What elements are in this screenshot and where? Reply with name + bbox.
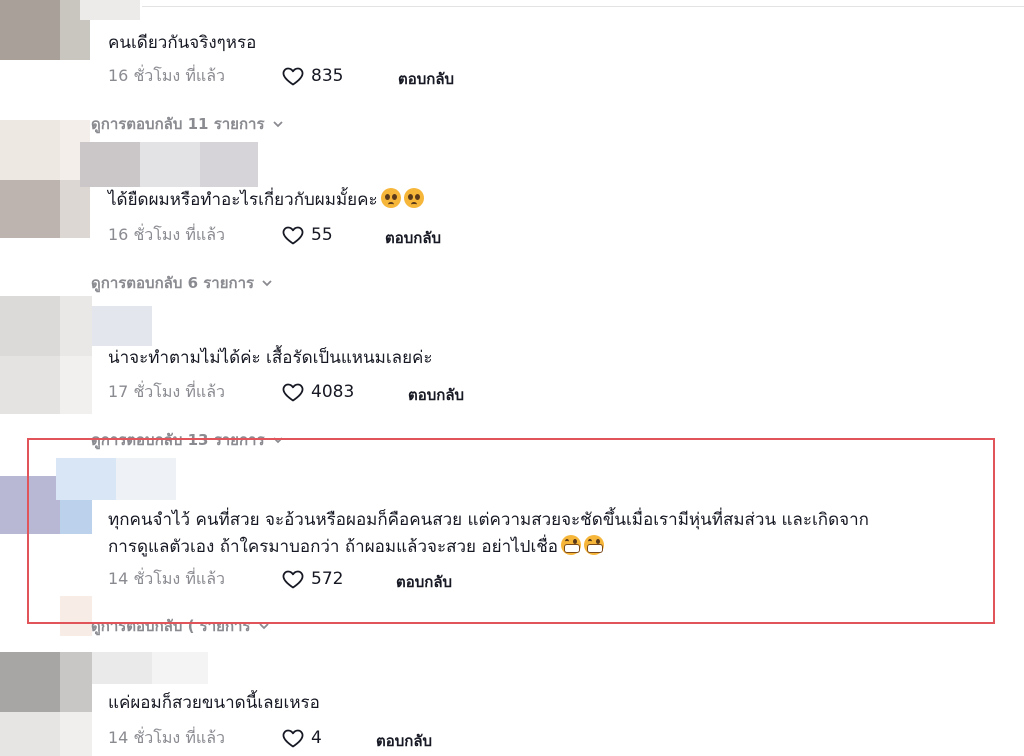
comment-meta: 14 ชั่วโมง ที่แล้ว [108, 726, 225, 750]
username-blur[interactable] [92, 652, 152, 684]
reply-button[interactable]: ตอบกลับ [376, 729, 432, 753]
like-count: 4 [311, 728, 322, 748]
heart-outline-icon [282, 729, 304, 748]
like-button[interactable]: 55 [281, 223, 333, 247]
avatar[interactable] [0, 652, 60, 712]
reply-button[interactable]: ตอบกลับ [408, 383, 464, 407]
username-blur [152, 652, 208, 684]
avatar-blur [60, 712, 92, 756]
heart-outline-icon [282, 226, 304, 245]
avatar-blur [60, 180, 90, 238]
comment-text: แค่ผอมก็สวยขนาดนี้เลยเหรอ [108, 693, 320, 713]
divider [142, 6, 1024, 7]
comment-text: คนเดียวกันจริงๆหรอ [108, 33, 257, 53]
avatar-blur [60, 356, 92, 414]
username-blur[interactable] [92, 306, 152, 346]
view-replies-button[interactable]: ดูการตอบกลับ 11 รายการ [91, 112, 285, 136]
comment-meta: 16 ชั่วโมง ที่แล้ว [108, 64, 225, 88]
avatar-blur [60, 652, 92, 712]
comment-text: น่าจะทำตามไม่ได้ค่ะ เสื้อรัดเป็นแหนมเลยค… [108, 348, 433, 368]
timestamp: 16 ชั่วโมง ที่แล้ว [108, 224, 225, 244]
view-replies-button[interactable]: ดูการตอบกลับ 6 รายการ [91, 271, 274, 295]
heart-outline-icon [282, 383, 304, 402]
like-count: 835 [311, 66, 344, 86]
reply-button[interactable]: ตอบกลับ [398, 67, 454, 91]
comment-text: ได้ยืดผมหรือทำอะไรเกี่ยวกับผมมั้ยคะ [108, 187, 424, 213]
timestamp: 16 ชั่วโมง ที่แล้ว [108, 65, 225, 85]
chevron-down-icon [272, 121, 283, 128]
pleading-face-emoji [380, 188, 401, 208]
like-button[interactable]: 4 [281, 726, 322, 750]
chevron-down-icon [262, 280, 272, 287]
avatar[interactable] [0, 296, 60, 356]
view-replies-label: ดูการตอบกลับ 6 รายการ [91, 274, 255, 292]
heart-outline-icon [282, 67, 304, 86]
comment-text-body: ได้ยืดผมหรือทำอะไรเกี่ยวกับผมมั้ยคะ [108, 190, 378, 210]
reply-button[interactable]: ตอบกลับ [385, 226, 441, 250]
highlight-box [27, 438, 995, 624]
username-blur [140, 142, 200, 187]
username-blur[interactable] [80, 0, 140, 20]
username-blur [200, 142, 258, 187]
timestamp: 17 ชั่วโมง ที่แล้ว [108, 381, 225, 401]
username-blur[interactable] [80, 142, 140, 187]
like-count: 55 [311, 225, 333, 245]
timestamp: 14 ชั่วโมง ที่แล้ว [108, 727, 225, 747]
pleading-face-emoji [403, 188, 424, 208]
avatar-blur [0, 180, 60, 238]
comment-meta: 16 ชั่วโมง ที่แล้ว [108, 223, 225, 247]
like-button[interactable]: 4083 [281, 380, 354, 404]
avatar[interactable] [0, 0, 60, 60]
avatar-blur [0, 712, 60, 756]
view-replies-label: ดูการตอบกลับ 11 รายการ [91, 115, 265, 133]
avatar-blur [60, 296, 92, 356]
avatar[interactable] [0, 120, 60, 180]
like-button[interactable]: 835 [281, 64, 343, 88]
like-count: 4083 [311, 382, 355, 402]
avatar-blur [0, 356, 60, 414]
comment-meta: 17 ชั่วโมง ที่แล้ว [108, 380, 225, 404]
